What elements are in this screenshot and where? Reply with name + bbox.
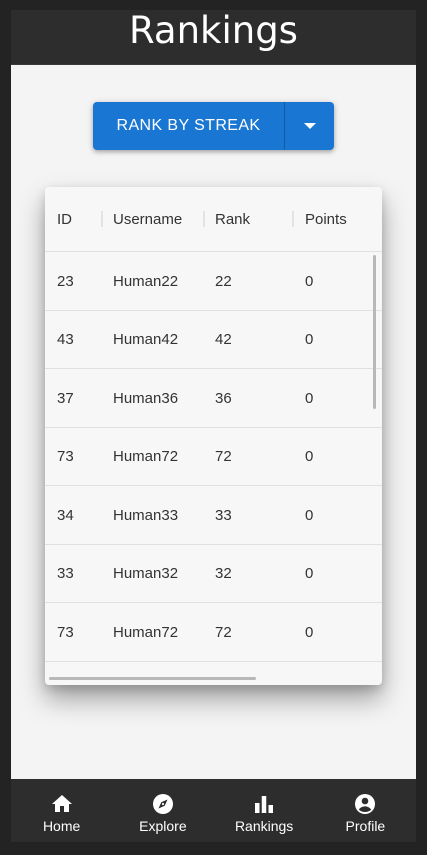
cell-points: 0 — [305, 389, 314, 407]
table-row[interactable]: 98 Human98 98 0 — [45, 662, 382, 685]
compass-icon — [152, 794, 173, 814]
cell-id: 34 — [57, 506, 74, 524]
rank-by-streak-button[interactable]: RANK BY STREAK — [93, 102, 284, 150]
column-header-username[interactable]: Username — [113, 187, 182, 252]
nav-item-label: Home — [42, 818, 81, 834]
nav-item-label: Explore — [139, 818, 187, 834]
cell-rank: 36 — [215, 389, 232, 407]
cell-points: 0 — [305, 448, 314, 465]
table-body: 23 Human22 22 0 43 Human42 42 0 37 Human… — [45, 252, 382, 685]
cell-rank: 72 — [215, 448, 232, 465]
app-frame: Rankings RANK BY STREAK ID Username Rank… — [11, 10, 416, 842]
cell-username: Human72 — [113, 623, 179, 641]
rank-split-button: RANK BY STREAK — [93, 102, 334, 150]
cell-points: 0 — [305, 331, 314, 348]
column-header-id[interactable]: ID — [57, 187, 72, 252]
cell-id: 33 — [57, 565, 74, 582]
cell-username: Human98 — [113, 662, 178, 685]
cell-id: 98 — [57, 662, 74, 685]
cell-rank: 72 — [215, 623, 232, 641]
nav-item-profile[interactable]: Profile — [315, 779, 416, 842]
cell-id: 73 — [57, 623, 74, 641]
table-header: ID Username Rank Points — [45, 187, 382, 252]
home-icon — [51, 795, 72, 812]
cell-username: Human22 — [113, 272, 179, 290]
cell-username: Human36 — [113, 389, 179, 407]
table-row[interactable]: 73 Human72 72 0 — [45, 428, 382, 486]
cell-points: 0 — [305, 623, 314, 641]
cell-rank: 32 — [215, 565, 232, 582]
account-circle-icon — [355, 794, 376, 814]
cell-username: Human72 — [113, 448, 179, 465]
rank-dropdown-button[interactable] — [285, 102, 334, 150]
app-header: Rankings — [11, 10, 416, 65]
bottom-navigation: Home Explore Rankings Profile — [11, 779, 416, 842]
horizontal-scrollbar[interactable] — [49, 677, 256, 680]
cell-id: 37 — [57, 389, 74, 407]
cell-points: 0 — [305, 272, 314, 290]
table-row[interactable]: 43 Human42 42 0 — [45, 311, 382, 369]
nav-item-rankings[interactable]: Rankings — [214, 779, 315, 842]
column-header-points[interactable]: Points — [305, 187, 347, 252]
column-resize-handle[interactable] — [203, 211, 205, 227]
nav-item-home[interactable]: Home — [11, 779, 112, 842]
nav-item-label: Rankings — [234, 818, 294, 834]
nav-item-label: Profile — [345, 818, 386, 834]
table-row[interactable]: 73 Human72 72 0 — [45, 603, 382, 662]
table-row[interactable]: 37 Human36 36 0 — [45, 369, 382, 428]
cell-username: Human33 — [113, 506, 179, 524]
table-row[interactable]: 23 Human22 22 0 — [45, 252, 382, 311]
vertical-scrollbar[interactable] — [373, 255, 376, 409]
cell-rank: 42 — [215, 331, 232, 348]
cell-username: Human42 — [113, 331, 179, 348]
cell-points: 0 — [305, 565, 314, 582]
cell-points: 0 — [305, 506, 314, 524]
cell-id: 73 — [57, 448, 74, 465]
cell-points: 0 — [305, 662, 313, 685]
cell-id: 23 — [57, 272, 74, 290]
rankings-table: ID Username Rank Points 23 Human22 22 0 … — [45, 187, 382, 685]
cell-id: 43 — [57, 331, 74, 348]
cell-rank: 33 — [215, 506, 232, 524]
column-resize-handle[interactable] — [292, 211, 294, 227]
cell-rank: 98 — [215, 662, 232, 685]
cell-username: Human32 — [113, 565, 179, 582]
arrow-drop-down-icon — [303, 123, 316, 129]
page-title: Rankings — [129, 10, 298, 52]
table-row[interactable]: 34 Human33 33 0 — [45, 486, 382, 545]
cell-rank: 22 — [215, 272, 232, 290]
nav-item-explore[interactable]: Explore — [112, 779, 213, 842]
column-resize-handle[interactable] — [101, 211, 103, 227]
column-header-rank[interactable]: Rank — [215, 187, 250, 252]
bar-chart-icon — [255, 796, 274, 813]
table-row[interactable]: 33 Human32 32 0 — [45, 545, 382, 603]
